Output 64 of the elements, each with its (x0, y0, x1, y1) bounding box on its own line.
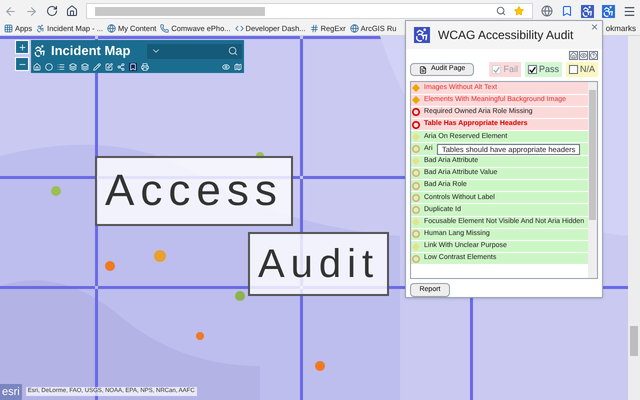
incident-marker[interactable] (315, 361, 325, 371)
plus-icon (18, 42, 26, 52)
filter-checkbox[interactable]: N/A (566, 62, 598, 78)
incident-marker[interactable] (154, 250, 166, 262)
code-icon (234, 24, 244, 33)
home-icon[interactable] (66, 5, 78, 17)
eye-icon[interactable] (579, 50, 588, 60)
close-button[interactable]: × (590, 21, 598, 33)
zoom-in-button[interactable] (15, 40, 29, 54)
zoom-out-button[interactable] (15, 57, 29, 71)
wheelchair-icon (414, 26, 430, 43)
scrollbar[interactable] (628, 36, 640, 400)
incident-marker[interactable] (51, 186, 61, 196)
globe-icon[interactable] (541, 5, 553, 17)
filter-checkbox[interactable]: Pass (524, 62, 562, 78)
incident-marker[interactable] (105, 261, 115, 271)
phone-icon (160, 24, 170, 33)
wheelchair-icon[interactable] (581, 4, 594, 18)
pencil-icon[interactable] (93, 62, 101, 70)
check-icon (493, 66, 500, 74)
banner-word: Access (95, 156, 293, 226)
circle-icon[interactable] (45, 62, 53, 70)
search-field[interactable] (147, 44, 242, 58)
bookmark-icon[interactable] (129, 62, 137, 70)
popup-title: WCAG Accessibility Audit (438, 26, 574, 44)
error-icon (412, 230, 420, 238)
checkbox-box[interactable] (528, 65, 537, 74)
globe-icon (106, 24, 116, 33)
checkbox-box[interactable] (568, 65, 578, 74)
widget-title: Incident Map (51, 42, 132, 60)
wheelchair-icon (33, 44, 47, 58)
page-icon (419, 66, 427, 74)
star-icon[interactable] (514, 6, 524, 16)
wheelchair-icon (36, 24, 46, 33)
warning-icon (412, 218, 420, 226)
warning-icon (412, 132, 420, 141)
banner-word: Audit (248, 232, 390, 296)
layers-icon[interactable] (69, 62, 77, 70)
list-icon[interactable] (57, 62, 65, 70)
printer-icon[interactable] (141, 62, 149, 70)
incident-marker[interactable] (235, 291, 245, 301)
wheelchair-icon[interactable] (602, 4, 615, 18)
error-icon (412, 145, 420, 154)
address-field[interactable] (86, 3, 533, 19)
map-icon[interactable] (234, 62, 242, 70)
error-icon (412, 254, 420, 263)
help-icon[interactable] (589, 50, 598, 60)
esri-logo: esri (0, 384, 22, 400)
reload-icon[interactable] (46, 5, 58, 17)
bookmarks-label[interactable]: okmarks (606, 22, 636, 34)
search-icon[interactable] (496, 6, 506, 16)
incident-marker[interactable] (196, 332, 204, 340)
grid-icon (4, 24, 13, 33)
warning-icon (412, 157, 420, 166)
scrollbar[interactable] (588, 82, 597, 278)
warning-icon (412, 242, 420, 251)
layers-icon[interactable] (81, 62, 89, 70)
share-icon[interactable] (117, 62, 125, 70)
globe-icon (350, 24, 359, 33)
home-icon[interactable] (569, 50, 578, 60)
edit-icon[interactable] (105, 62, 113, 70)
check-icon (528, 66, 536, 74)
menu-icon[interactable] (623, 4, 636, 18)
hash-icon (310, 24, 319, 33)
